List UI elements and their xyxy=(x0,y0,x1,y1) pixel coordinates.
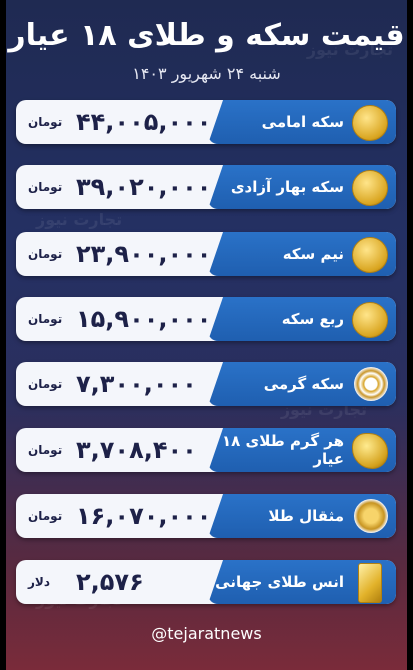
price-row-bahar-azadi: ۳۹,۰۲۰,۰۰۰ تومان سکه بهار آزادی xyxy=(16,165,396,209)
price-unit: تومان xyxy=(28,180,63,194)
price-value: ۳۹,۰۲۰,۰۰۰ xyxy=(76,173,212,201)
price-unit: تومان xyxy=(28,115,63,129)
price-row-mesghal: ۱۶,۰۷۰,۰۰۰ تومان مثقال طلا xyxy=(16,494,396,538)
social-handle: @tejaratnews xyxy=(151,624,262,643)
price-unit: دلار xyxy=(28,575,51,589)
price-unit: تومان xyxy=(28,509,63,523)
price-value: ۷,۳۰۰,۰۰۰ xyxy=(76,370,197,398)
price-row-emami: ۴۴,۰۰۵,۰۰۰ تومان سکه امامی xyxy=(16,100,396,144)
quarter-coin-icon xyxy=(352,302,388,338)
emami-coin-icon xyxy=(352,105,388,141)
mesghal-gold-icon xyxy=(354,499,388,533)
infographic-frame: تجارت نیوز تجارت نیوز تجارت نیوز تجارت ن… xyxy=(6,0,407,670)
price-unit: تومان xyxy=(28,247,63,261)
bahar-azadi-coin-icon xyxy=(352,170,388,206)
date-subtitle: شنبه ۲۴ شهریور ۱۴۰۳ xyxy=(132,64,281,83)
price-unit: تومان xyxy=(28,377,63,391)
half-coin-icon xyxy=(352,237,388,273)
price-value: ۴۴,۰۰۵,۰۰۰ xyxy=(76,108,212,136)
price-value: ۲,۵۷۶ xyxy=(76,568,144,596)
price-row-quarter-coin: ۱۵,۹۰۰,۰۰۰ تومان ربع سکه xyxy=(16,297,396,341)
price-value: ۱۶,۰۷۰,۰۰۰ xyxy=(76,502,212,530)
price-row-half-coin: ۲۳,۹۰۰,۰۰۰ تومان نیم سکه xyxy=(16,232,396,276)
price-unit: تومان xyxy=(28,312,63,326)
page-title: قیمت سکه و طلای ۱۸ عیار xyxy=(8,18,405,53)
watermark-text: تجارت نیوز xyxy=(36,210,123,229)
price-unit: تومان xyxy=(28,443,63,457)
price-value: ۱۵,۹۰۰,۰۰۰ xyxy=(76,305,212,333)
price-value: ۳,۷۰۸,۴۰۰ xyxy=(76,436,197,464)
price-row-gram-coin: ۷,۳۰۰,۰۰۰ تومان سکه گرمی xyxy=(16,362,396,406)
gold-bar-icon xyxy=(358,563,382,603)
price-row-ounce: ۲,۵۷۶ دلار انس طلای جهانی xyxy=(16,560,396,604)
price-row-18k-gram: ۳,۷۰۸,۴۰۰ تومان هر گرم طلای ۱۸ عیار xyxy=(16,428,396,472)
gram-coin-icon xyxy=(354,367,388,401)
price-value: ۲۳,۹۰۰,۰۰۰ xyxy=(76,240,212,268)
